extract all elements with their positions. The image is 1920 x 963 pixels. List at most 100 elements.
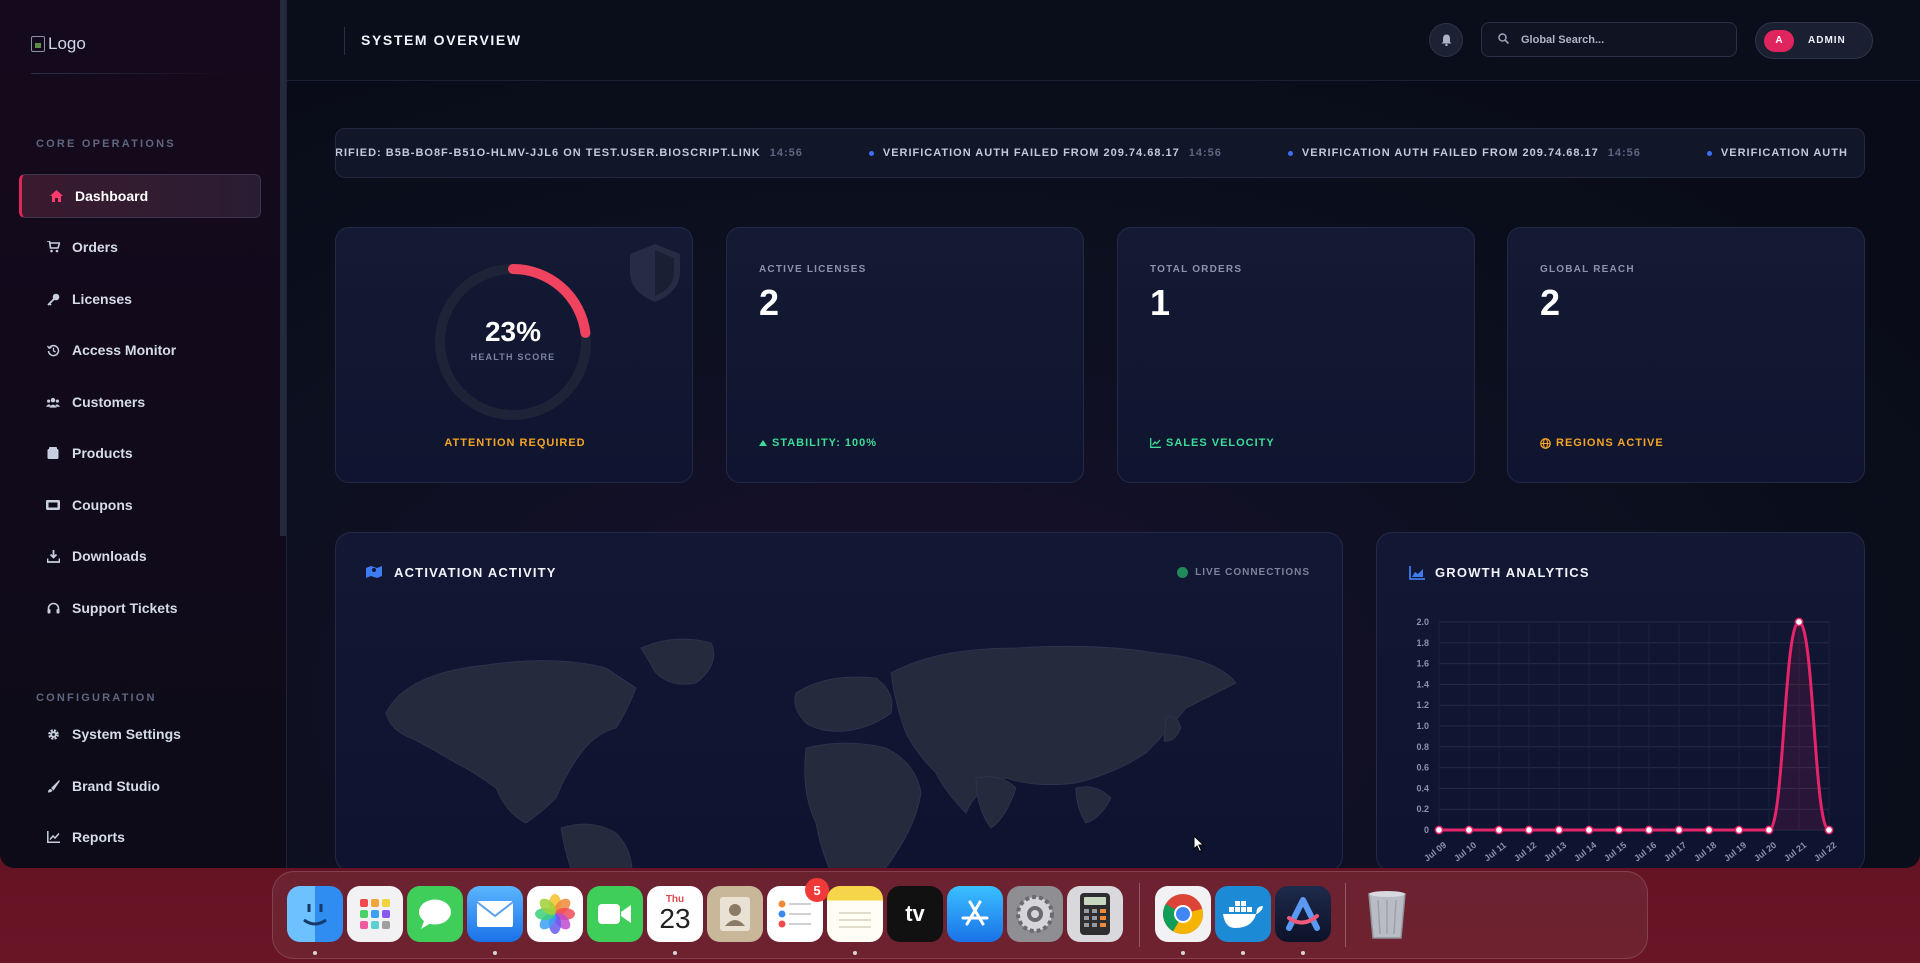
- sidebar-item-access-monitor[interactable]: Access Monitor: [19, 328, 261, 372]
- y-tick-label: 0.6: [1416, 763, 1429, 773]
- x-tick-label: Jul 21: [1782, 840, 1808, 864]
- ticker-item: RIFIED: B5B-BO8F-B51O-HLMV-JJL6 ON TEST.…: [336, 147, 869, 159]
- stat-value: 2: [1540, 282, 1561, 323]
- user-menu-button[interactable]: A ADMIN: [1755, 22, 1873, 59]
- sidebar-item-brand-studio[interactable]: Brand Studio: [19, 764, 261, 808]
- y-tick-label: 1.0: [1416, 721, 1429, 731]
- notes-icon[interactable]: [827, 886, 883, 942]
- x-tick-label: Jul 19: [1722, 840, 1748, 864]
- sidebar-item-orders[interactable]: Orders: [19, 225, 261, 269]
- sidebar-item-system-settings[interactable]: System Settings: [19, 712, 261, 756]
- trash-icon[interactable]: [1359, 886, 1415, 942]
- sidebar-item-label: Brand Studio: [72, 778, 160, 794]
- data-point: [1524, 825, 1534, 835]
- chart-line-icon: [46, 830, 60, 844]
- sidebar-item-customers[interactable]: Customers: [19, 380, 261, 424]
- page-title: SYSTEM OVERVIEW: [361, 32, 522, 48]
- chart-line-icon: [1150, 438, 1161, 448]
- data-point: [1554, 825, 1564, 835]
- stat-label: TOTAL ORDERS: [1150, 264, 1243, 275]
- messages-icon[interactable]: [407, 886, 463, 942]
- sidebar-item-coupons[interactable]: Coupons: [19, 483, 261, 527]
- running-indicator: [493, 951, 497, 955]
- data-point: [1704, 825, 1714, 835]
- divider: [31, 73, 231, 74]
- sidebar-item-label: Support Tickets: [72, 600, 178, 616]
- mail-icon[interactable]: [467, 886, 523, 942]
- launchpad-icon[interactable]: [347, 886, 403, 942]
- sidebar-item-products[interactable]: Products: [19, 431, 261, 475]
- x-tick-label: Jul 14: [1572, 840, 1598, 864]
- activity-ticker: RIFIED: B5B-BO8F-B51O-HLMV-JJL6 ON TEST.…: [335, 128, 1865, 178]
- contacts-icon[interactable]: [707, 886, 763, 942]
- running-indicator: [313, 951, 317, 955]
- y-tick-label: 1.4: [1416, 679, 1429, 689]
- avatar: A: [1764, 29, 1794, 52]
- chrome-icon[interactable]: [1155, 886, 1211, 942]
- appstore-icon[interactable]: [947, 886, 1003, 942]
- settings-icon[interactable]: [1007, 886, 1063, 942]
- y-tick-label: 2.0: [1416, 617, 1429, 627]
- data-point: [1614, 825, 1624, 835]
- notifications-button[interactable]: [1429, 23, 1463, 57]
- ticker-dot: [1706, 150, 1712, 156]
- logo-alt-text: Logo: [48, 34, 86, 53]
- ticker-item: VERIFICATION AUTH: [1706, 147, 1864, 159]
- arc-icon[interactable]: [1275, 886, 1331, 942]
- calendar-icon[interactable]: Thu 23: [647, 886, 703, 942]
- data-point: [1494, 825, 1504, 835]
- ticker-time: 14:56: [1188, 147, 1222, 159]
- bell-icon: [1441, 34, 1451, 46]
- finder-icon[interactable]: [287, 886, 343, 942]
- live-label: LIVE CONNECTIONS: [1195, 567, 1310, 578]
- stat-footer-text: REGIONS ACTIVE: [1556, 437, 1664, 449]
- growth-chart[interactable]: 00.20.40.60.81.01.21.41.61.82.0Jul 09 Jul…: [1377, 533, 1865, 868]
- global-search[interactable]: [1481, 22, 1737, 57]
- ticker-time: 14:56: [1607, 147, 1641, 159]
- notification-badge: 5: [805, 878, 829, 902]
- sidebar-item-downloads[interactable]: Downloads: [19, 534, 261, 578]
- sidebar-item-reports[interactable]: Reports: [19, 815, 261, 859]
- appletv-icon[interactable]: tv: [887, 886, 943, 942]
- ticker-text: VERIFICATION AUTH FAILED FROM 209.74.68.…: [882, 147, 1180, 159]
- facetime-icon[interactable]: [587, 886, 643, 942]
- logo[interactable]: Logo: [31, 34, 86, 54]
- data-point: [1764, 825, 1774, 835]
- health-label: HEALTH SCORE: [470, 352, 556, 362]
- reminders-icon[interactable]: 5: [767, 878, 829, 942]
- sidebar-item-label: Reports: [72, 829, 125, 845]
- stat-card-total-orders: TOTAL ORDERS 1 SALES VELOCITY: [1117, 227, 1475, 483]
- dock-separator: [1345, 883, 1346, 947]
- ticker-item: VERIFICATION AUTH FAILED FROM 209.74.68.…: [1287, 147, 1707, 159]
- stat-card-active-licenses: ACTIVE LICENSES 2 STABILITY: 100%: [726, 227, 1084, 483]
- history-icon: [46, 343, 60, 357]
- y-tick-label: 1.6: [1416, 659, 1429, 669]
- sidebar-item-support-tickets[interactable]: Support Tickets: [19, 586, 261, 630]
- x-tick-label: Jul 22: [1812, 840, 1838, 864]
- download-icon: [46, 549, 60, 563]
- search-input[interactable]: [1521, 33, 1711, 46]
- x-tick-label: Jul 10: [1452, 840, 1478, 864]
- brush-icon: [46, 779, 60, 793]
- photos-icon[interactable]: [527, 886, 583, 942]
- stat-label: GLOBAL REACH: [1540, 264, 1635, 275]
- ticker-text: VERIFICATION AUTH FAILED FROM 209.74.68.…: [1301, 147, 1599, 159]
- stat-footer: SALES VELOCITY: [1150, 437, 1275, 449]
- broken-image-icon: [31, 36, 45, 52]
- sidebar-item-label: Customers: [72, 394, 146, 410]
- stat-footer: STABILITY: 100%: [759, 437, 877, 449]
- sidebar-item-dashboard[interactable]: Dashboard: [19, 174, 261, 218]
- sidebar-item-label: Coupons: [72, 497, 133, 513]
- calculator-icon[interactable]: [1067, 886, 1123, 942]
- data-point: [1824, 825, 1834, 835]
- sidebar-item-licenses[interactable]: Licenses: [19, 277, 261, 321]
- ticker-dot: [1287, 150, 1293, 156]
- cart-icon: [46, 240, 60, 254]
- sidebar-item-label: Access Monitor: [72, 342, 177, 358]
- world-map[interactable]: [376, 613, 1316, 868]
- docker-icon[interactable]: [1215, 886, 1271, 942]
- mouse-cursor-icon: [1193, 835, 1205, 853]
- health-status: ATTENTION REQUIRED: [444, 437, 586, 449]
- sidebar-scrollbar[interactable]: [280, 0, 286, 536]
- data-point: [1734, 825, 1744, 835]
